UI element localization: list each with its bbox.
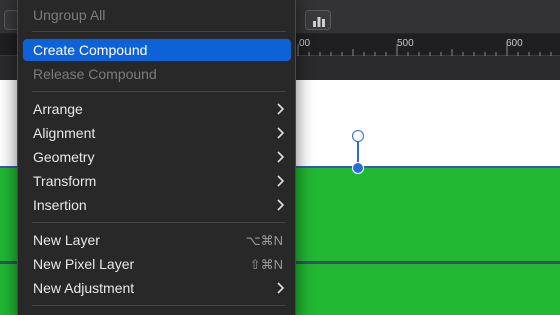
chevron-right-icon [277,282,284,294]
context-menu: Ungroup All Create Compound Release Comp… [17,0,296,315]
menu-item-new-pixel-layer[interactable]: New Pixel Layer ⇧⌘N [23,253,291,275]
menu-item-label: Insertion [33,197,87,213]
menu-item-new-adjustment[interactable]: New Adjustment [23,277,291,299]
chevron-right-icon [277,103,284,115]
menu-separator [32,91,286,92]
selection-handle[interactable] [352,162,364,174]
menu-item-label: New Pixel Layer [33,256,135,272]
chevron-right-icon [277,199,284,211]
toolbar-chart-button[interactable] [305,10,331,30]
shortcut-label: ⇧⌘N [249,257,283,272]
menu-item-insertion[interactable]: Insertion [23,194,291,216]
shortcut-label: ⌥⌘N [245,233,283,248]
ruler-label: 00 [299,38,311,49]
menu-item-label: New Layer [33,232,100,248]
chevron-right-icon [277,151,284,163]
menu-separator [32,222,286,223]
menu-separator [32,305,286,306]
menu-item-alignment[interactable]: Alignment [23,122,291,144]
chevron-right-icon [277,175,284,187]
menu-item-ungroup-all[interactable]: Ungroup All [23,4,291,26]
ruler-label: 500 [397,38,414,49]
chevron-right-icon [277,127,284,139]
menu-item-label: Ungroup All [33,7,106,23]
menu-item-release-compound[interactable]: Release Compound [23,63,291,85]
menu-separator [32,31,286,32]
menu-item-label: Create Compound [33,42,148,58]
rotation-handle[interactable] [352,130,364,142]
menu-item-arrange[interactable]: Arrange [23,98,291,120]
menu-item-label: Geometry [33,149,95,165]
menu-item-label: New Adjustment [33,280,135,296]
menu-item-transform[interactable]: Transform [23,170,291,192]
menu-item-label: Release Compound [33,66,157,82]
ruler-label: 600 [506,38,523,49]
bar-chart-icon [313,17,325,27]
menu-item-create-compound[interactable]: Create Compound [23,39,291,61]
menu-item-label: Alignment [33,125,96,141]
menu-item-label: Arrange [33,101,83,117]
menu-item-geometry[interactable]: Geometry [23,146,291,168]
menu-item-label: Transform [33,173,97,189]
menu-item-new-layer[interactable]: New Layer ⌥⌘N [23,229,291,251]
